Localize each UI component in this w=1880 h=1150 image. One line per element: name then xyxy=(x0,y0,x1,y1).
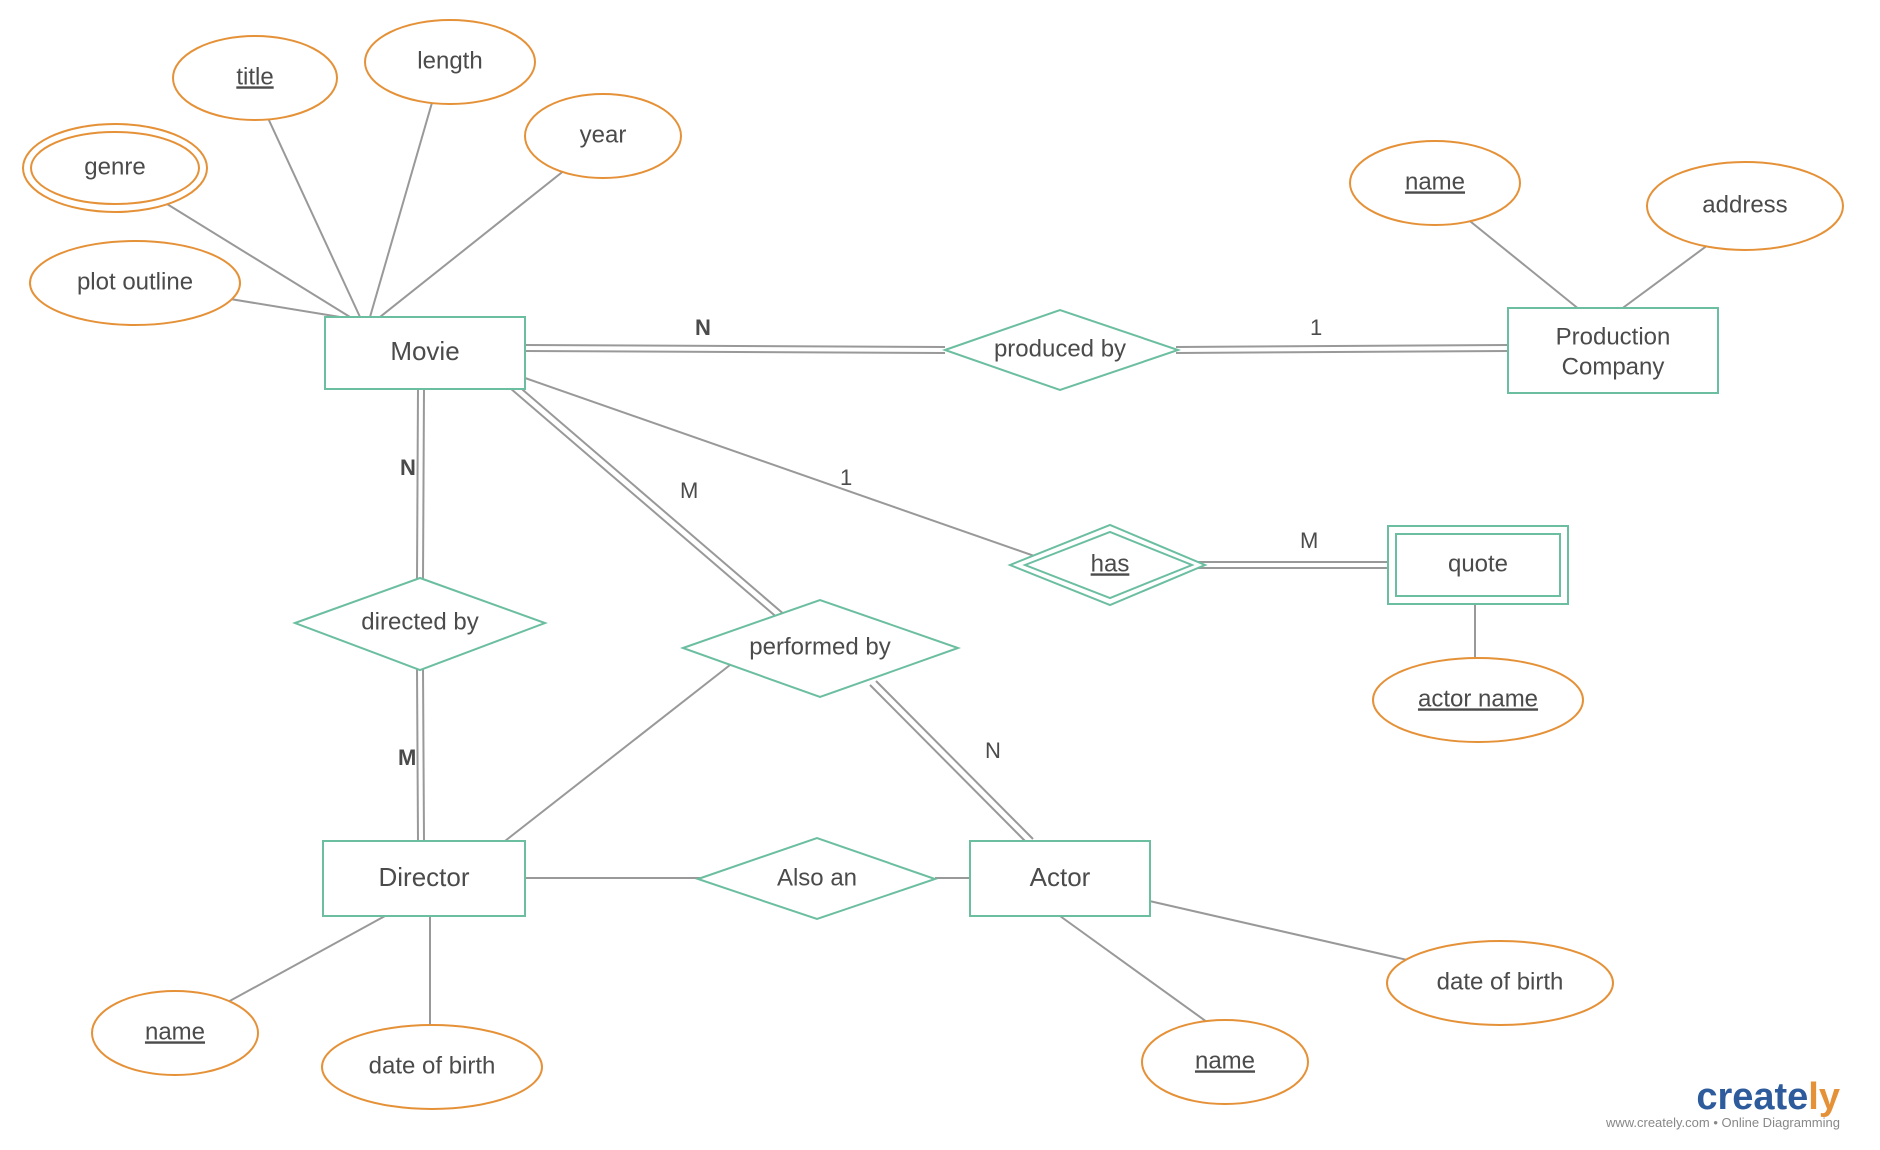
attr-actor-dob: date of birth xyxy=(1387,941,1613,1025)
attr-quote-actorname: actor name xyxy=(1373,658,1583,742)
edge-movie-directedby xyxy=(417,388,424,579)
edge-movie-producedby xyxy=(525,345,945,353)
edge-directedby-director xyxy=(417,668,424,841)
edge-director-performedby xyxy=(505,665,730,841)
logo-subtext: www.creately.com • Online Diagramming xyxy=(1606,1115,1840,1130)
card-quote-has: M xyxy=(1300,528,1318,553)
er-diagram: N 1 N M M N 1 M genre title length year … xyxy=(0,0,1880,1150)
svg-text:title: title xyxy=(236,63,273,90)
attr-title: title xyxy=(173,36,337,120)
svg-text:length: length xyxy=(417,47,482,74)
svg-text:Company: Company xyxy=(1562,353,1665,380)
svg-text:address: address xyxy=(1702,191,1787,218)
attr-actor-name: name xyxy=(1142,1020,1308,1104)
svg-text:performed by: performed by xyxy=(749,633,890,660)
attr-director-name: name xyxy=(92,991,258,1075)
card-prod-produced: 1 xyxy=(1310,315,1322,340)
card-movie-directed: N xyxy=(400,455,416,480)
edge-movie-title xyxy=(255,90,360,317)
svg-text:year: year xyxy=(580,121,627,148)
edge-actor-name xyxy=(1060,916,1225,1035)
logo-brand-text: creately xyxy=(1606,1076,1840,1119)
entity-production-company: Production Company xyxy=(1508,308,1718,393)
attr-prod-address: address xyxy=(1647,162,1843,250)
attr-length: length xyxy=(365,20,535,104)
svg-text:date of birth: date of birth xyxy=(369,1052,496,1079)
entity-quote: quote xyxy=(1388,526,1568,604)
rel-also-an: Also an xyxy=(698,838,935,919)
attr-plot-outline: plot outline xyxy=(30,241,240,325)
card-movie-performed: M xyxy=(680,478,698,503)
svg-text:actor name: actor name xyxy=(1418,685,1538,712)
attr-director-dob: date of birth xyxy=(322,1025,542,1109)
svg-text:quote: quote xyxy=(1448,550,1508,577)
entity-director: Director xyxy=(323,841,525,916)
svg-text:Actor: Actor xyxy=(1030,862,1091,892)
card-movie-produced: N xyxy=(695,315,711,340)
rel-directed-by: directed by xyxy=(295,578,545,670)
rel-performed-by: performed by xyxy=(683,600,958,697)
svg-text:genre: genre xyxy=(84,153,145,180)
svg-text:Production: Production xyxy=(1556,323,1671,350)
rel-produced-by: produced by xyxy=(945,310,1178,390)
svg-text:Also an: Also an xyxy=(777,864,857,891)
edge-has-quote xyxy=(1190,562,1390,568)
svg-text:has: has xyxy=(1091,550,1130,577)
svg-text:directed by: directed by xyxy=(361,608,478,635)
entity-movie: Movie xyxy=(325,317,525,389)
edge-movie-length xyxy=(370,75,440,317)
svg-text:name: name xyxy=(1405,168,1465,195)
svg-text:Director: Director xyxy=(378,862,469,892)
svg-text:produced by: produced by xyxy=(994,335,1126,362)
card-actor-performed: N xyxy=(985,738,1001,763)
svg-text:name: name xyxy=(1195,1047,1255,1074)
attr-prod-name: name xyxy=(1350,141,1520,225)
edge-producedby-prodco xyxy=(1176,345,1508,353)
card-director-directed: M xyxy=(398,745,416,770)
edge-movie-has xyxy=(525,378,1060,565)
attr-year: year xyxy=(525,94,681,178)
svg-text:date of birth: date of birth xyxy=(1437,968,1564,995)
edge-performedby-actor xyxy=(870,681,1033,843)
creately-logo: creately www.creately.com • Online Diagr… xyxy=(1606,1076,1840,1130)
svg-text:Movie: Movie xyxy=(390,336,459,366)
card-movie-has: 1 xyxy=(840,465,852,490)
svg-text:name: name xyxy=(145,1018,205,1045)
attr-genre: genre xyxy=(23,124,207,212)
entity-actor: Actor xyxy=(970,841,1150,916)
edge-movie-performedby xyxy=(510,384,786,620)
svg-text:plot outline: plot outline xyxy=(77,268,193,295)
rel-has: has xyxy=(1010,525,1205,605)
